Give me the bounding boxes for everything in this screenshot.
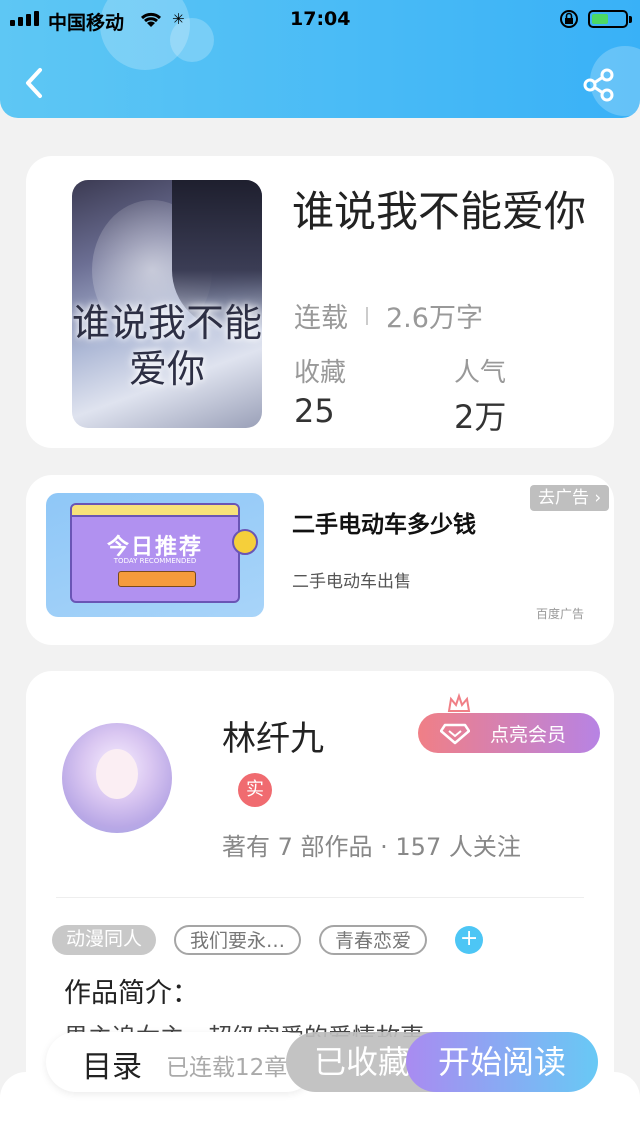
serial-chapter-count: 已连载12章 xyxy=(166,1055,288,1081)
meta-divider xyxy=(366,306,368,325)
author-avatar[interactable] xyxy=(62,723,172,833)
loading-icon: ✳ xyxy=(172,10,185,28)
status-bar: 中国移动 ✳ 17:04 xyxy=(0,0,640,38)
remove-ad-button[interactable]: 去广告 › xyxy=(530,485,610,511)
toc-label: 目录 xyxy=(82,1050,142,1085)
serial-status: 连载 xyxy=(294,303,348,334)
diamond-icon xyxy=(440,723,470,745)
author-stats: 著有 7 部作品 · 157 人关注 xyxy=(222,833,521,861)
popularity-value: 2万 xyxy=(454,398,507,436)
book-title: 谁说我不能爱你 xyxy=(292,187,587,236)
plus-icon[interactable]: + xyxy=(455,926,484,954)
start-reading-button[interactable]: 开始阅读 xyxy=(406,1032,598,1092)
favorites-value: 25 xyxy=(294,392,335,430)
tag-list: 动漫同人 我们要永… 青春恋爱 + xyxy=(52,925,484,955)
member-button-label: 点亮会员 xyxy=(490,723,567,746)
popularity-label: 人气 xyxy=(454,358,507,388)
word-count: 2.6万字 xyxy=(386,303,483,334)
crown-icon xyxy=(447,693,471,712)
verified-badge: 实 xyxy=(238,773,272,807)
orientation-lock-icon xyxy=(560,10,578,28)
ad-image[interactable]: 今日推荐 TODAY RECOMMENDED xyxy=(46,493,264,617)
ad-card[interactable]: 今日推荐 TODAY RECOMMENDED 二手电动车多少钱 二手电动车出售 … xyxy=(26,475,614,645)
book-info-card: 谁说我不能爱你 谁说我不能爱你 连载 2.6万字 收藏 25 人气 2万 xyxy=(26,156,614,448)
header: 中国移动 ✳ 17:04 xyxy=(0,0,640,118)
ad-subtitle: 二手电动车出售 xyxy=(292,572,411,592)
tag-item[interactable]: 动漫同人 xyxy=(52,925,157,955)
tag-item[interactable]: 我们要永… xyxy=(174,925,302,955)
member-button[interactable]: 点亮会员 xyxy=(418,713,600,753)
ad-source-badge: 百度广告 xyxy=(536,607,585,621)
favorites-label: 收藏 xyxy=(294,358,347,388)
wifi-icon xyxy=(140,12,162,27)
bottom-action-bar: 目录 已连载12章 已收藏 开始阅读 xyxy=(46,1032,598,1092)
ad-title[interactable]: 二手电动车多少钱 xyxy=(292,505,476,539)
share-icon[interactable] xyxy=(582,68,616,102)
battery-icon xyxy=(588,10,632,28)
author-name[interactable]: 林纤九 xyxy=(222,711,324,760)
signal-icon xyxy=(10,10,39,26)
carrier-name: 中国移动 xyxy=(48,12,125,34)
divider xyxy=(56,897,584,898)
book-meta: 连载 2.6万字 xyxy=(294,296,483,335)
intro-title: 作品简介： xyxy=(64,978,199,1009)
ad-image-subtext: TODAY RECOMMENDED xyxy=(113,557,197,565)
cover-title: 谁说我不能爱你 xyxy=(72,301,262,391)
status-time: 17:04 xyxy=(290,8,351,30)
tag-item[interactable]: 青春恋爱 xyxy=(319,925,428,955)
book-cover[interactable]: 谁说我不能爱你 xyxy=(72,180,262,428)
back-arrow-icon[interactable] xyxy=(22,66,48,100)
planet-icon xyxy=(232,529,258,555)
toc-button[interactable]: 目录 已连载12章 xyxy=(46,1032,316,1092)
